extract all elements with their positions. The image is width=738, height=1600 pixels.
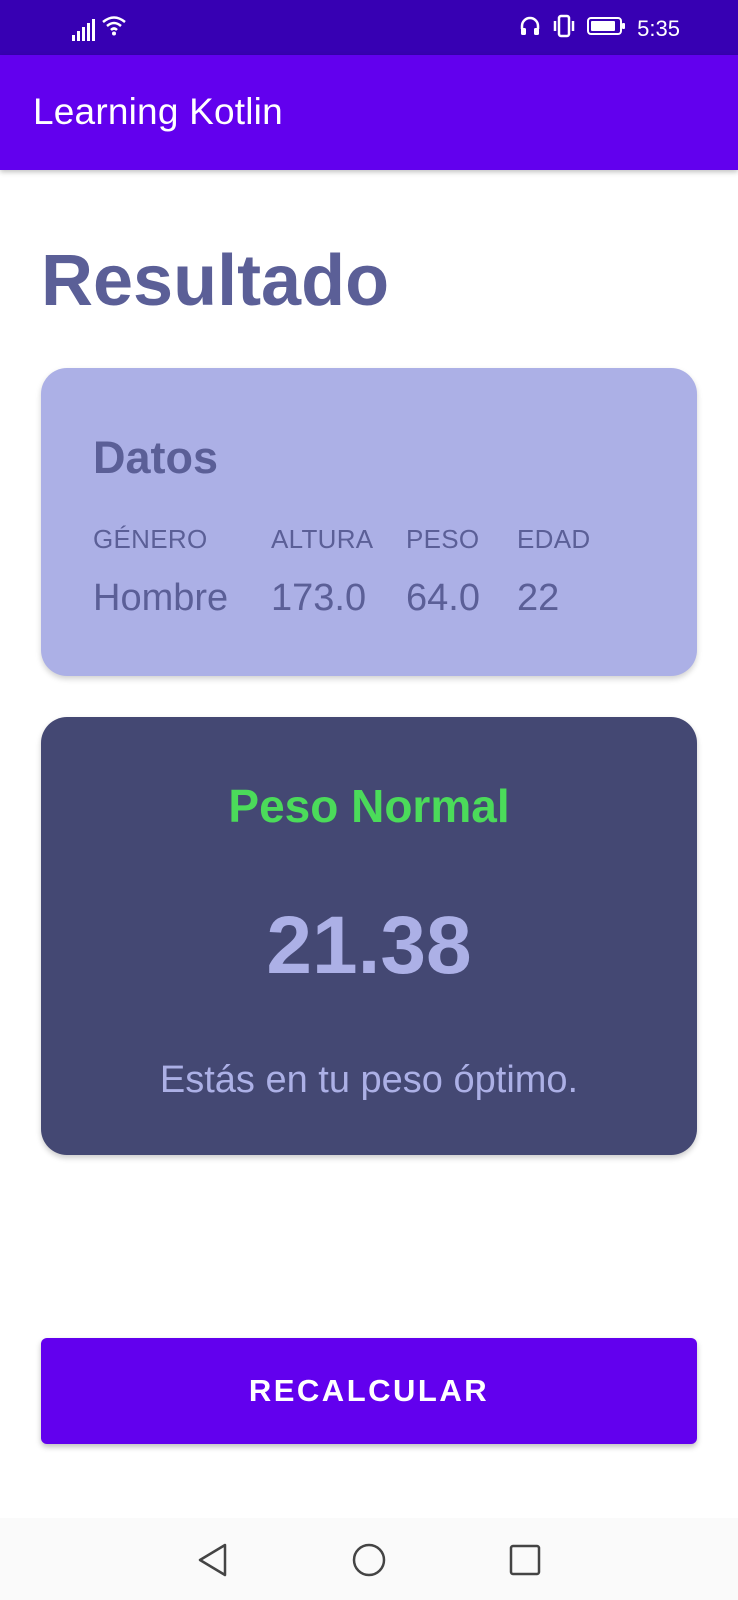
peso-label: PESO	[406, 524, 480, 554]
recalcular-button[interactable]: RECALCULAR	[41, 1338, 697, 1444]
signal-icon	[72, 19, 95, 41]
clock: 5:35	[637, 16, 680, 41]
recents-icon[interactable]	[503, 1538, 547, 1582]
datos-column-altura: ALTURA 173.0	[271, 524, 373, 620]
status-right: 5:35	[519, 14, 680, 44]
app-title: Learning Kotlin	[33, 91, 283, 132]
navigation-bar	[0, 1518, 738, 1600]
home-icon[interactable]	[347, 1538, 391, 1582]
wifi-icon	[101, 14, 127, 41]
imc-value: 21.38	[266, 900, 472, 991]
result-description: Estás en tu peso óptimo.	[159, 1059, 579, 1101]
edad-value: 22	[517, 577, 560, 619]
headphones-icon	[519, 15, 541, 43]
vibrate-icon	[551, 14, 577, 44]
datos-column-edad: EDAD 22	[517, 524, 590, 620]
edad-label: EDAD	[517, 524, 591, 554]
result-card: Peso Normal 21.38 Estás en tu peso óptim…	[41, 717, 697, 1155]
datos-column-genero: GÉNERO Hombre	[93, 524, 228, 620]
status-left	[72, 14, 127, 41]
datos-card: Datos GÉNERO Hombre ALTURA 173.0 PESO 64…	[41, 368, 697, 676]
battery-icon	[587, 16, 627, 42]
app-bar: Learning Kotlin	[0, 55, 738, 170]
result-status: Peso Normal	[228, 780, 510, 832]
screen: 5:35 Learning Kotlin Resultado Datos GÉN…	[0, 0, 738, 1600]
back-icon[interactable]	[190, 1538, 234, 1582]
peso-value: 64.0	[406, 577, 480, 619]
altura-label: ALTURA	[271, 524, 374, 554]
page-title: Resultado	[41, 241, 390, 321]
datos-title: Datos	[93, 432, 219, 483]
status-bar: 5:35	[0, 0, 738, 55]
datos-column-peso: PESO 64.0	[406, 524, 480, 620]
genero-value: Hombre	[93, 577, 229, 619]
genero-label: GÉNERO	[93, 524, 208, 554]
altura-value: 173.0	[271, 577, 367, 619]
